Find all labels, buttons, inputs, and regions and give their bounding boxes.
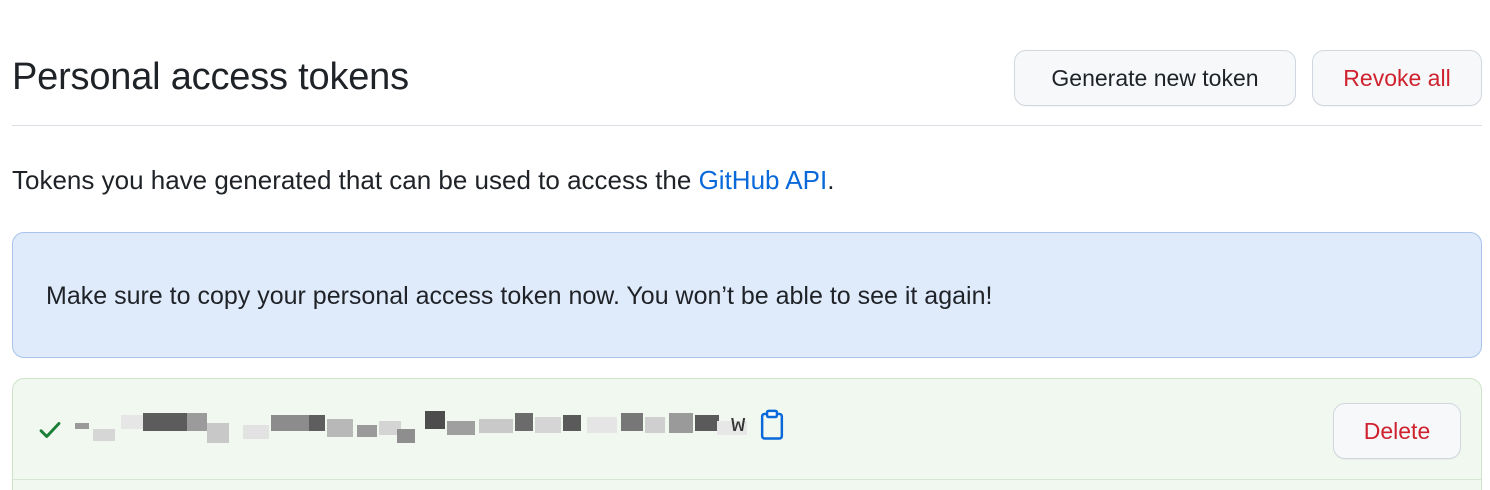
intro-text-after: . — [827, 165, 835, 195]
generate-new-token-button[interactable]: Generate new token — [1014, 50, 1296, 106]
github-api-link[interactable]: GitHub API — [699, 165, 828, 195]
copy-token-warning: Make sure to copy your personal access t… — [12, 232, 1482, 358]
intro-text-before: Tokens you have generated that can be us… — [12, 165, 699, 195]
page-title: Personal access tokens — [12, 56, 409, 98]
token-divider — [13, 479, 1481, 480]
delete-token-button[interactable]: Delete — [1333, 403, 1461, 459]
tokens-page: Personal access tokens Generate new toke… — [0, 0, 1490, 490]
page-header: Personal access tokens Generate new toke… — [12, 48, 1482, 126]
intro-text: Tokens you have generated that can be us… — [12, 165, 834, 196]
copy-token-warning-text: Make sure to copy your personal access t… — [46, 282, 993, 310]
new-token-box: w Delete — [12, 378, 1482, 490]
revoke-all-button[interactable]: Revoke all — [1312, 50, 1482, 106]
check-icon — [39, 422, 61, 438]
token-value-suffix: w — [731, 412, 746, 439]
clipboard-icon[interactable] — [759, 409, 785, 441]
token-value-redacted[interactable] — [75, 411, 747, 445]
